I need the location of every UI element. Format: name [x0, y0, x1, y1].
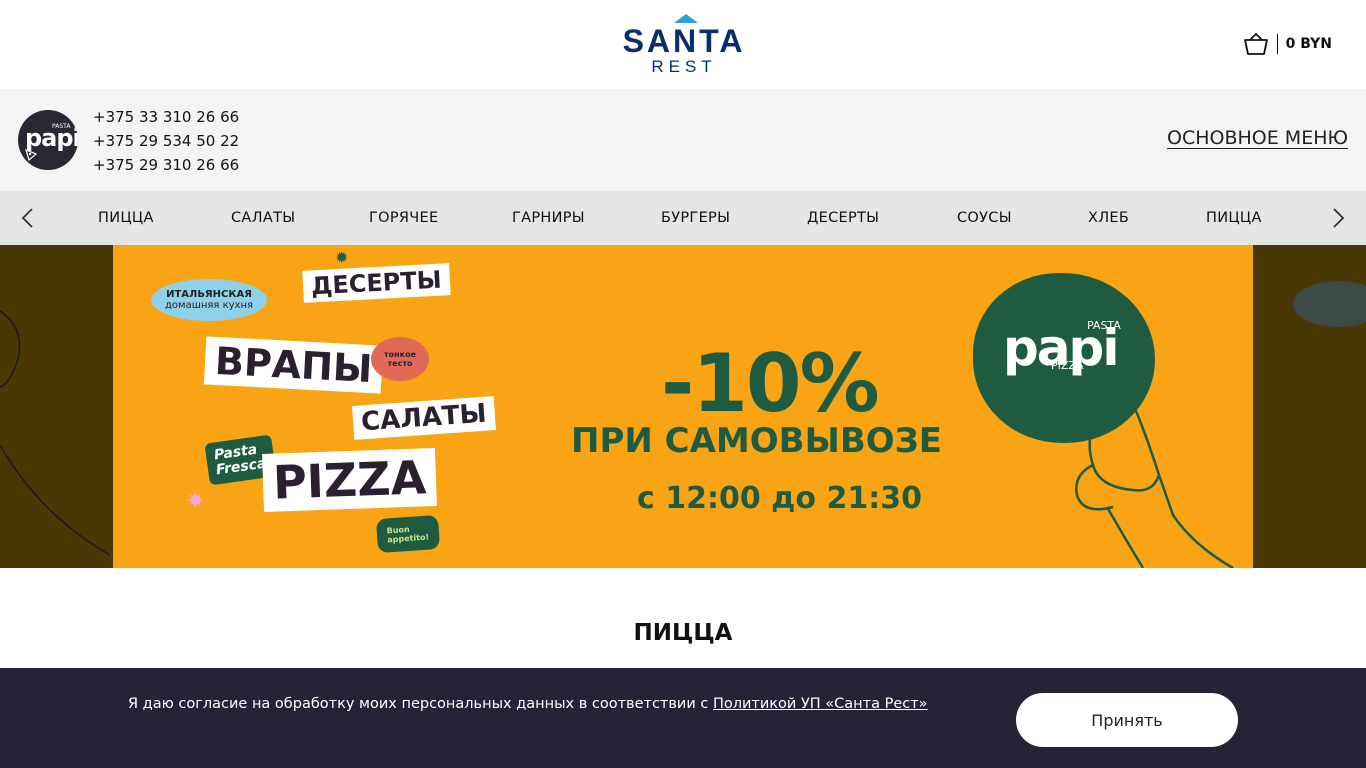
logo-main-text: SANTA	[622, 23, 746, 59]
banner-next-slide[interactable]	[1253, 245, 1366, 568]
next-slide-sticker	[1293, 281, 1366, 327]
main-menu-link[interactable]: ОСНОВНОЕ МЕНЮ	[1167, 127, 1348, 149]
category-salads[interactable]: САЛАТЫ	[231, 210, 295, 226]
accept-cookies-button[interactable]: Принять	[1016, 693, 1238, 747]
cookie-consent-text: Я даю согласие на обработку моих персона…	[128, 696, 928, 712]
sticker-thin-dough: тонкое тесто	[371, 337, 429, 381]
site-header: SANTA REST 0 BYN	[0, 0, 1366, 89]
category-pizza[interactable]: ПИЦЦА	[98, 210, 154, 226]
cart-divider	[1276, 34, 1278, 54]
santa-rest-logo[interactable]: SANTA REST	[608, 14, 760, 76]
phone-list: +375 33 310 26 66 +375 29 534 50 22 +375…	[93, 105, 239, 177]
papi-restaurant-logo[interactable]: papi PASTA	[18, 110, 78, 170]
chevron-left-icon[interactable]	[18, 208, 38, 228]
promo-time: с 12:00 до 21:30	[637, 481, 922, 516]
sticker-desserts: ДЕСЕРТЫ	[302, 263, 451, 303]
burst-icon: ✹	[335, 248, 349, 267]
restaurant-info-bar: papi PASTA +375 33 310 26 66 +375 29 534…	[0, 89, 1366, 191]
sticker-italian-line1: ИТАЛЬЯНСКАЯ	[166, 289, 252, 300]
sticker-thin-line1: тонкое	[383, 350, 416, 359]
sticker-pizza: PIZZA	[262, 447, 438, 513]
pizza-slice-icon	[25, 148, 38, 162]
logo-sub-text: REST	[651, 57, 717, 76]
sticker-buon-line2: appetito!	[387, 532, 430, 545]
promo-banner-carousel[interactable]: ✹ ИТАЛЬЯНСКАЯ домашняя кухня ДЕСЕРТЫ ВРА…	[0, 245, 1366, 568]
sticker-wraps: ВРАПЫ	[203, 336, 384, 394]
sticker-italian: ИТАЛЬЯНСКАЯ домашняя кухня	[151, 279, 268, 321]
promo-pickup-text: ПРИ САМОВЫВОЗЕ	[571, 421, 943, 461]
cookie-consent-message: Я даю согласие на обработку моих персона…	[128, 696, 713, 712]
hand-illustration	[1075, 395, 1234, 568]
papi-badge-pizza: PIZZA	[1051, 359, 1084, 372]
category-desserts[interactable]: ДЕСЕРТЫ	[807, 210, 879, 226]
phone-link[interactable]: +375 29 534 50 22	[93, 129, 239, 153]
category-bread[interactable]: ХЛЕБ	[1088, 210, 1129, 226]
cookie-consent-bar: Я даю согласие на обработку моих персона…	[0, 668, 1366, 768]
cart-button[interactable]: 0 BYN	[1243, 32, 1332, 56]
logo-peak-icon	[674, 14, 698, 23]
sticker-buon-appetito: Buon appetito!	[375, 514, 440, 554]
section-title: ПИЦЦА	[633, 620, 733, 646]
sticker-italian-line2: домашняя кухня	[165, 300, 254, 311]
category-pizza-2[interactable]: ПИЦЦА	[1206, 210, 1262, 226]
banner-prev-slide[interactable]	[0, 245, 113, 568]
papi-logo-small-text: PASTA	[52, 123, 71, 130]
category-burgers[interactable]: БУРГЕРЫ	[661, 210, 730, 226]
sticker-salads: САЛАТЫ	[351, 396, 496, 440]
category-nav: ПИЦЦА САЛАТЫ ГОРЯЧЕЕ ГАРНИРЫ БУРГЕРЫ ДЕС…	[0, 191, 1366, 245]
cart-total: 0 BYN	[1285, 36, 1332, 52]
chevron-right-icon[interactable]	[1328, 208, 1348, 228]
category-garnish[interactable]: ГАРНИРЫ	[512, 210, 585, 226]
category-hot[interactable]: ГОРЯЧЕЕ	[369, 210, 438, 226]
privacy-policy-link[interactable]: Политикой УП «Санта Рест»	[713, 696, 928, 712]
phone-link[interactable]: +375 33 310 26 66	[93, 105, 239, 129]
basket-icon	[1243, 33, 1268, 55]
burst-icon: ✸	[187, 488, 204, 512]
sticker-thin-line2: тесто	[387, 359, 413, 368]
promo-discount: -10%	[661, 337, 880, 430]
phone-link[interactable]: +375 29 310 26 66	[93, 153, 239, 177]
category-sauces[interactable]: СОУСЫ	[957, 210, 1012, 226]
banner-current-slide[interactable]: ✹ ИТАЛЬЯНСКАЯ домашняя кухня ДЕСЕРТЫ ВРА…	[113, 245, 1253, 568]
prev-slide-art	[0, 310, 111, 556]
